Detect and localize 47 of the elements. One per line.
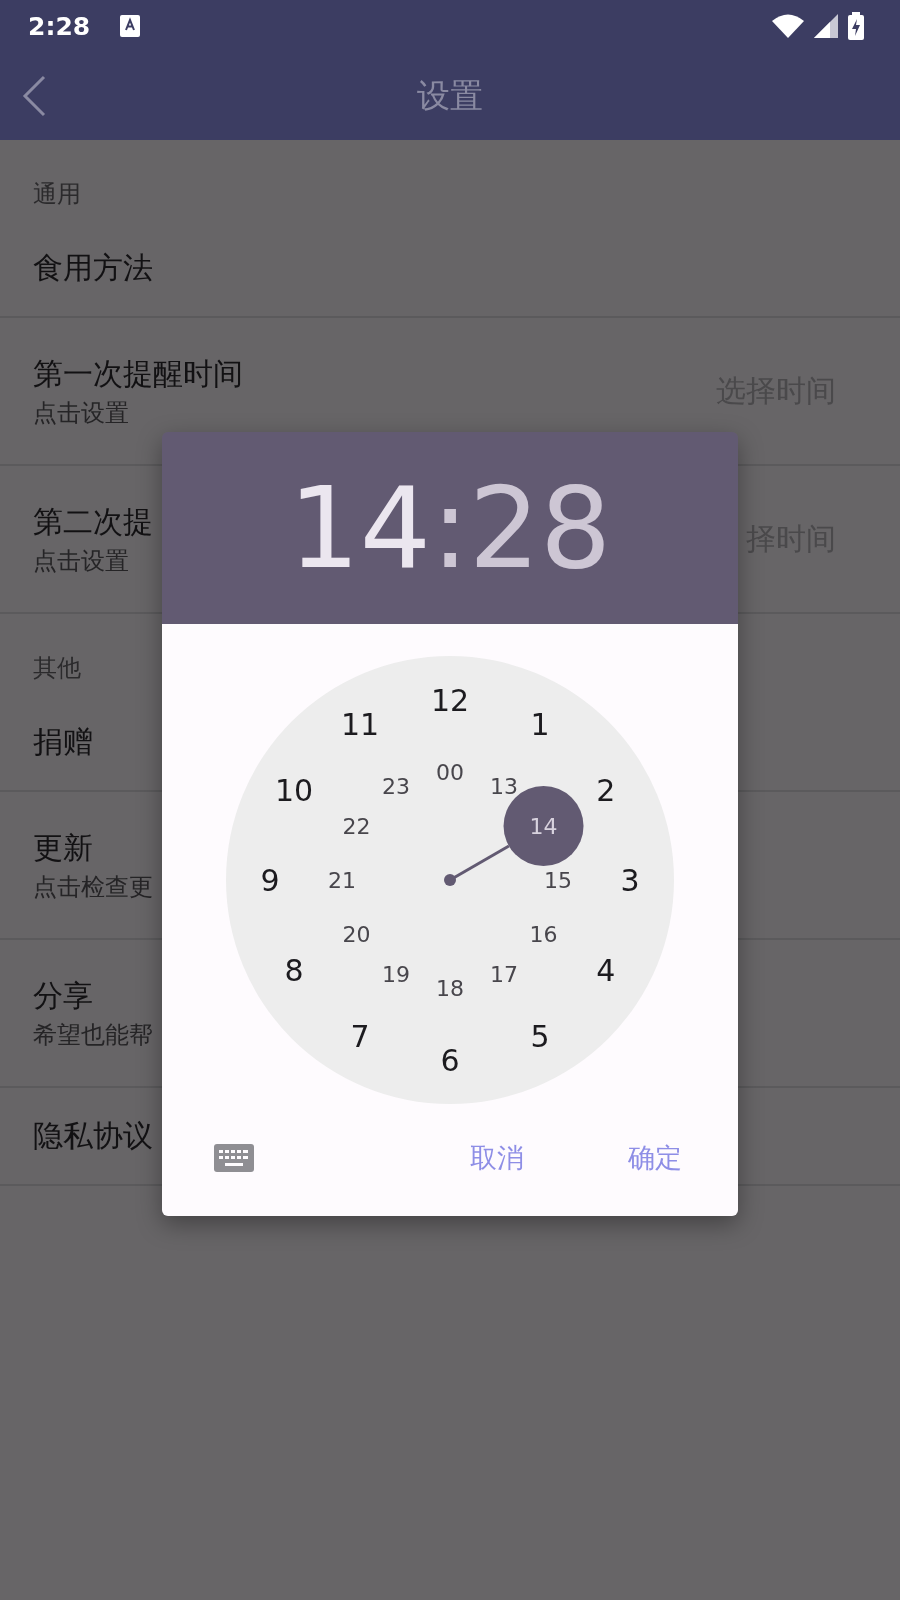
- hour-option[interactable]: 2: [596, 773, 616, 808]
- hour-option[interactable]: 11: [340, 707, 380, 743]
- hour-option[interactable]: 16: [529, 922, 558, 947]
- back-icon[interactable]: [22, 75, 46, 117]
- row-title: 食用方法: [33, 248, 153, 287]
- section-header: 通用: [32, 179, 82, 210]
- hour-option[interactable]: 1: [530, 707, 550, 743]
- hour-option[interactable]: 4: [596, 953, 616, 988]
- hour-option[interactable]: 15: [544, 868, 572, 893]
- battery-icon: [848, 12, 864, 40]
- row-title: 更新: [33, 828, 93, 867]
- row-title: 第二次提: [33, 502, 153, 541]
- section-header: 其他: [32, 653, 82, 684]
- row-subtitle: 点击设置: [33, 397, 129, 429]
- time-separator: :: [431, 472, 469, 584]
- hour-option[interactable]: 21: [328, 868, 356, 893]
- row-subtitle: 希望也能帮: [33, 1019, 153, 1051]
- hour-option[interactable]: 20: [342, 922, 371, 947]
- clock-hand[interactable]: [444, 844, 510, 886]
- hour-option[interactable]: 9: [260, 863, 280, 898]
- wifi-icon: [772, 14, 804, 38]
- hour-option[interactable]: 18: [436, 976, 464, 1001]
- status-time: 2:28: [28, 11, 91, 41]
- hour-option[interactable]: 00: [436, 760, 464, 785]
- hour-option[interactable]: 22: [342, 814, 371, 839]
- row-title: 分享: [33, 976, 93, 1015]
- row-title: 第一次提醒时间: [33, 354, 243, 393]
- hour-option[interactable]: 3: [620, 863, 640, 898]
- hour-option[interactable]: 12: [430, 683, 470, 718]
- hour-option[interactable]: 23: [382, 774, 410, 800]
- row-subtitle: 点击设置: [33, 545, 129, 577]
- hour-option[interactable]: 17: [490, 961, 518, 987]
- row-subtitle: 点击检查更: [33, 871, 153, 903]
- hour-display[interactable]: 14: [288, 472, 432, 584]
- row-title: 捐赠: [33, 722, 93, 761]
- notification-icon: [120, 15, 141, 37]
- minute-display[interactable]: 28: [468, 472, 612, 584]
- hour-option[interactable]: 10: [275, 773, 314, 808]
- page-title: 设置: [417, 74, 483, 117]
- hour-option[interactable]: 19: [382, 961, 410, 987]
- hour-option[interactable]: 7: [350, 1018, 370, 1054]
- keyboard-icon[interactable]: [214, 1144, 254, 1172]
- row-title: 隐私协议: [33, 1116, 153, 1155]
- hour-option[interactable]: 8: [284, 953, 304, 988]
- hour-option[interactable]: 6: [440, 1043, 460, 1078]
- hour-option[interactable]: 5: [530, 1018, 550, 1054]
- signal-icon: [814, 14, 838, 38]
